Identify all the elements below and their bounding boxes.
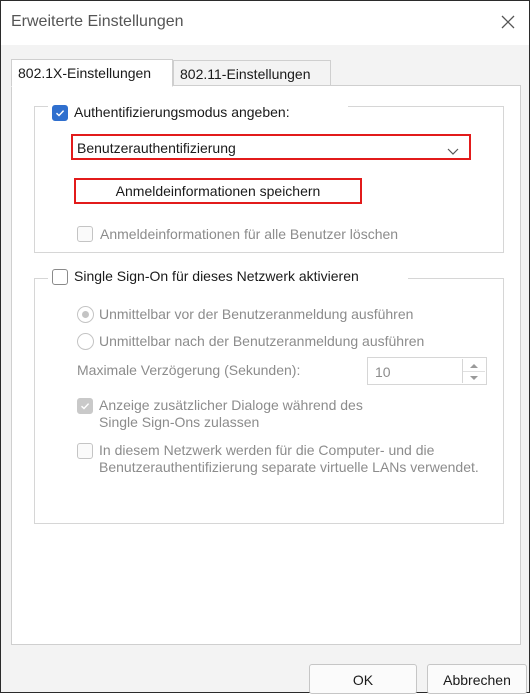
advanced-settings-dialog: Erweiterte Einstellungen 802.1X-Einstell… — [0, 0, 530, 694]
delete-credentials-label: Anmeldeinformationen für alle Benutzer l… — [100, 226, 399, 242]
radio-after-label: Unmittelbar nach der Benutzeranmeldung a… — [99, 333, 425, 349]
spin-down-icon[interactable] — [463, 371, 485, 383]
separate-vlan-checkbox[interactable] — [77, 443, 93, 459]
window-title: Erweiterte Einstellungen — [11, 13, 184, 30]
auth-mode-label: Authentifizierungsmodus angeben: — [74, 104, 290, 120]
tab-8021x-settings[interactable]: 802.1X-Einstellungen — [11, 59, 173, 87]
radio-before-label: Unmittelbar vor der Benutzeranmeldung au… — [99, 306, 414, 322]
show-dialogs-label: Anzeige zusätzlicher Dialoge während des… — [99, 397, 363, 430]
delay-label: Maximale Verzögerung (Sekunden): — [77, 362, 301, 378]
separate-vlan-label: In diesem Netzwerk werden für die Comput… — [99, 442, 479, 475]
tab-80211-settings[interactable]: 802.11-Einstellungen — [173, 60, 331, 86]
title-bar: Erweiterte Einstellungen — [1, 1, 529, 45]
delay-spinner[interactable]: 10 — [367, 357, 487, 385]
cancel-button[interactable]: Abbrechen — [427, 664, 527, 694]
save-credentials-button[interactable]: Anmeldeinformationen speichern — [74, 178, 362, 204]
ok-button[interactable]: OK — [309, 664, 417, 694]
close-icon[interactable] — [497, 11, 519, 33]
radio-after-logon[interactable] — [77, 333, 94, 350]
sso-label: Single Sign-On für dieses Netzwerk aktiv… — [74, 268, 359, 284]
auth-mode-checkbox[interactable] — [52, 105, 68, 121]
show-dialogs-checkbox[interactable] — [77, 398, 93, 414]
auth-mode-value: Benutzerauthentifizierung — [77, 140, 236, 156]
auth-mode-dropdown[interactable]: Benutzerauthentifizierung — [71, 134, 471, 160]
sso-checkbox[interactable] — [52, 269, 68, 285]
radio-before-logon[interactable] — [77, 306, 94, 323]
delete-credentials-checkbox[interactable] — [77, 226, 93, 242]
delay-value: 10 — [375, 364, 391, 380]
chevron-down-icon — [447, 143, 459, 161]
